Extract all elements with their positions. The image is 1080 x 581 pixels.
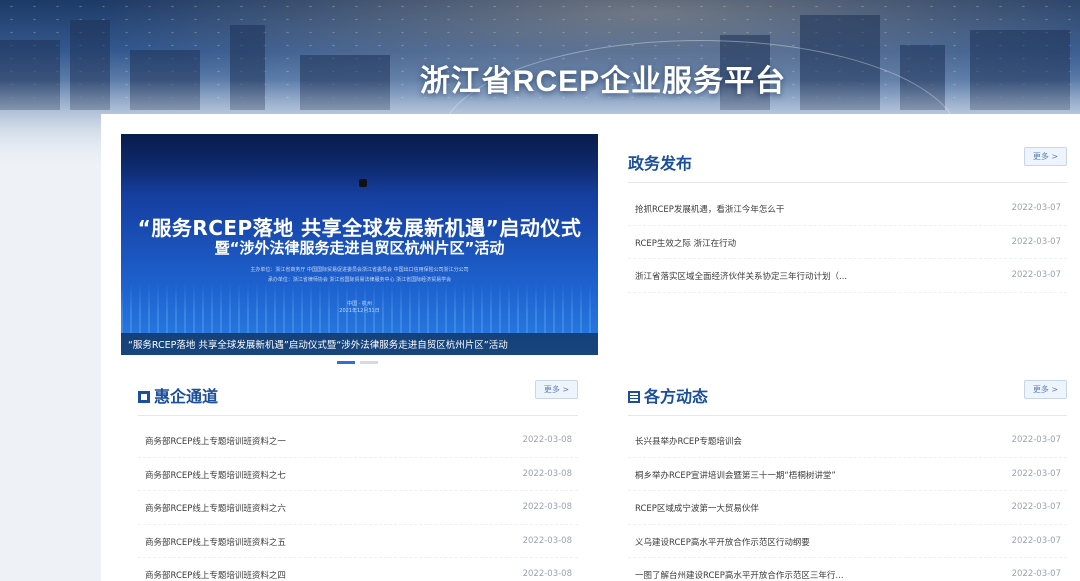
list-item[interactable]: 长兴县举办RCEP专题培训会 2022-03-07 — [628, 424, 1067, 458]
item-title[interactable]: RCEP生效之际 浙江在行动 — [635, 237, 736, 249]
section-title-wrap: 各方动态 — [628, 383, 708, 407]
list-item[interactable]: 商务部RCEP线上专题培训班资料之六 2022-03-08 — [138, 491, 578, 525]
skyline-graphic — [121, 283, 598, 333]
section-title: 政务发布 — [628, 154, 693, 173]
item-date: 2022-03-08 — [522, 468, 572, 479]
carousel-subheadline: 暨“涉外法律服务走进自贸区杭州片区”活动 — [214, 239, 505, 257]
platform-title: 浙江省RCEP企业服务平台 — [419, 65, 787, 98]
item-title[interactable]: RCEP区域成宁波第一大贸易伙伴 — [635, 502, 759, 514]
list-item[interactable]: 一图了解台州建设RCEP高水平开放合作示范区三年行... 2022-03-07 — [628, 558, 1067, 581]
section-huiqi: 惠企通道 更多 > 商务部RCEP线上专题培训班资料之一 2022-03-08 … — [138, 380, 578, 581]
item-date: 2022-03-08 — [522, 502, 572, 512]
list-item[interactable]: 桐乡举办RCEP宣讲培训会暨第三十一期“梧桐树讲堂” 2022-03-07 — [628, 458, 1067, 491]
item-title[interactable]: 商务部RCEP线上专题培训班资料之七 — [145, 469, 286, 481]
carousel-dot[interactable] — [337, 361, 355, 364]
section-title: 各方动态 — [644, 387, 709, 406]
item-date: 2022-03-07 — [1011, 468, 1061, 479]
list-item[interactable]: 义乌建设RCEP高水平开放合作示范区行动纲要 2022-03-07 — [628, 525, 1067, 558]
list-item[interactable]: 商务部RCEP线上专题培训班资料之一 2022-03-08 — [138, 424, 578, 458]
list-item[interactable]: 商务部RCEP线上专题培训班资料之四 2022-03-08 — [138, 558, 578, 581]
news-list: 商务部RCEP线上专题培训班资料之一 2022-03-08 商务部RCEP线上专… — [138, 424, 578, 581]
item-title[interactable]: 商务部RCEP线上专题培训班资料之五 — [145, 536, 286, 548]
item-title[interactable]: 商务部RCEP线上专题培训班资料之六 — [145, 502, 286, 514]
item-date: 2022-03-08 — [522, 535, 572, 546]
item-title[interactable]: 义乌建设RCEP高水平开放合作示范区行动纲要 — [635, 536, 810, 548]
list-item[interactable]: 浙江省落实区域全面经济伙伴关系协定三年行动计划（... 2022-03-07 — [628, 259, 1067, 293]
item-date: 2022-03-08 — [522, 435, 572, 445]
section-header: 惠企通道 更多 > — [138, 380, 578, 416]
item-date: 2022-03-07 — [1011, 569, 1061, 579]
more-button[interactable]: 更多 > — [535, 380, 578, 399]
news-list: 长兴县举办RCEP专题培训会 2022-03-07 桐乡举办RCEP宣讲培训会暨… — [628, 424, 1067, 581]
section-gefang: 各方动态 更多 > 长兴县举办RCEP专题培训会 2022-03-07 桐乡举办… — [628, 380, 1067, 581]
carousel-caption[interactable]: “服务RCEP落地 共享全球发展新机遇”启动仪式暨“涉外法律服务走进自贸区杭州片… — [128, 337, 508, 351]
item-date: 2022-03-07 — [1011, 203, 1061, 213]
item-date: 2022-03-07 — [1011, 435, 1061, 445]
item-date: 2022-03-07 — [1011, 502, 1061, 512]
list-item[interactable]: 抢抓RCEP发展机遇，看浙江今年怎么干 2022-03-07 — [628, 192, 1067, 226]
bookmark-icon — [138, 391, 150, 403]
item-date: 2022-03-08 — [522, 569, 572, 579]
carousel-fineprint: 主办单位：浙江省商务厅 中国国际贸易促进委员会浙江省委员会 中国出口信用保险公司… — [250, 267, 469, 273]
list-item[interactable]: 商务部RCEP线上专题培训班资料之七 2022-03-08 — [138, 458, 578, 491]
section-header: 政务发布 更多 > — [628, 147, 1067, 183]
more-button[interactable]: 更多 > — [1024, 147, 1067, 166]
item-title[interactable]: 长兴县举办RCEP专题培训会 — [635, 435, 742, 447]
item-title[interactable]: 桐乡举办RCEP宣讲培训会暨第三十一期“梧桐树讲堂” — [635, 469, 836, 481]
news-carousel[interactable]: “服务RCEP落地 共享全球发展新机遇”启动仪式 暨“涉外法律服务走进自贸区杭州… — [121, 134, 598, 355]
camera — [359, 179, 367, 187]
main-content: “服务RCEP落地 共享全球发展新机遇”启动仪式 暨“涉外法律服务走进自贸区杭州… — [101, 114, 1080, 581]
more-button[interactable]: 更多 > — [1024, 380, 1067, 399]
item-title[interactable]: 一图了解台州建设RCEP高水平开放合作示范区三年行... — [635, 569, 844, 581]
section-title-wrap: 惠企通道 — [138, 383, 218, 407]
section-zhengwu: 政务发布 更多 > 抢抓RCEP发展机遇，看浙江今年怎么干 2022-03-07… — [628, 147, 1067, 293]
list-item[interactable]: RCEP生效之际 浙江在行动 2022-03-07 — [628, 226, 1067, 259]
item-title[interactable]: 商务部RCEP线上专题培训班资料之四 — [145, 569, 286, 581]
item-date: 2022-03-07 — [1011, 270, 1061, 280]
item-title[interactable]: 浙江省落实区域全面经济伙伴关系协定三年行动计划（... — [635, 270, 847, 282]
list-item[interactable]: 商务部RCEP线上专题培训班资料之五 2022-03-08 — [138, 525, 578, 558]
section-header: 各方动态 更多 > — [628, 380, 1067, 416]
carousel-dots — [337, 361, 378, 364]
news-icon — [628, 391, 640, 403]
item-date: 2022-03-07 — [1011, 236, 1061, 247]
item-title[interactable]: 抢抓RCEP发展机遇，看浙江今年怎么干 — [635, 203, 784, 215]
item-date: 2022-03-07 — [1011, 535, 1061, 546]
section-title: 惠企通道 — [154, 387, 219, 406]
carousel-dot[interactable] — [360, 361, 378, 364]
item-title[interactable]: 商务部RCEP线上专题培训班资料之一 — [145, 435, 286, 447]
list-item[interactable]: RCEP区域成宁波第一大贸易伙伴 2022-03-07 — [628, 491, 1067, 525]
news-list: 抢抓RCEP发展机遇，看浙江今年怎么干 2022-03-07 RCEP生效之际 … — [628, 192, 1067, 293]
